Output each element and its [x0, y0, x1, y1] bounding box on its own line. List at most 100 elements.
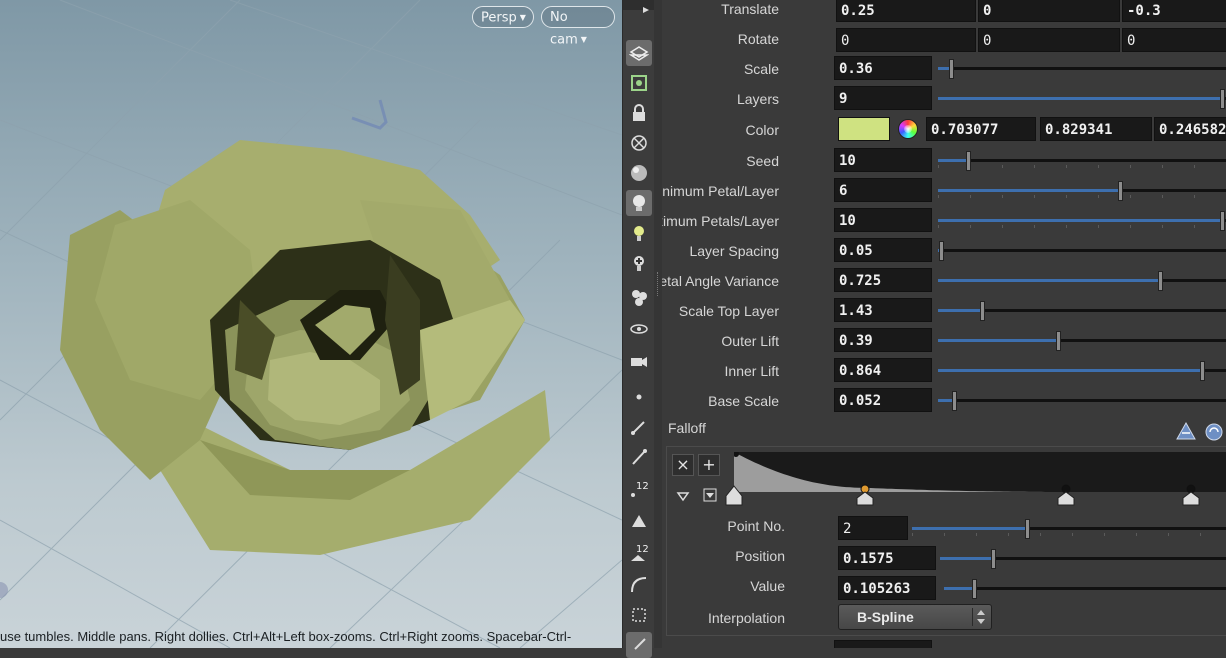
- slider-handle[interactable]: [952, 391, 957, 411]
- vertex-normal-icon[interactable]: [626, 444, 652, 470]
- slider-handle[interactable]: [1220, 211, 1225, 231]
- petal-angle-slider[interactable]: [938, 271, 1226, 291]
- primitive-numbers-icon[interactable]: 12: [626, 540, 652, 566]
- ramp-point-no-label: Point No.: [727, 518, 785, 534]
- inner-lift-field[interactable]: 0.864: [834, 358, 932, 382]
- param-label: Base Scale: [708, 393, 779, 409]
- shading-sphere-icon[interactable]: [626, 160, 652, 186]
- translate-x-field[interactable]: 0.25: [836, 0, 976, 22]
- rotate-y-field[interactable]: 0: [978, 28, 1120, 52]
- slider-handle[interactable]: [939, 241, 944, 261]
- translate-z-field[interactable]: -0.3: [1122, 0, 1226, 22]
- param-label: Color: [745, 122, 779, 138]
- layers-slider[interactable]: [938, 89, 1226, 109]
- slider-handle[interactable]: [1158, 271, 1163, 291]
- ramp-point-no-field[interactable]: 2: [838, 516, 908, 540]
- ramp-value-slider[interactable]: [944, 579, 1226, 599]
- slider-handle[interactable]: [1025, 519, 1030, 539]
- color-r-field[interactable]: 0.703077: [926, 117, 1036, 141]
- ramp-key-1[interactable]: [855, 482, 875, 506]
- color-swatch[interactable]: [838, 117, 890, 141]
- param-row-rotate: Rotate 0 0 0: [662, 25, 1226, 55]
- slider-handle[interactable]: [1200, 361, 1205, 381]
- min-petal-slider[interactable]: [938, 181, 1226, 201]
- slider-handle[interactable]: [966, 151, 971, 171]
- ghost-icon[interactable]: [626, 130, 652, 156]
- ramp-key-0[interactable]: [724, 482, 744, 506]
- slider-handle[interactable]: [1118, 181, 1123, 201]
- scale-top-slider[interactable]: [938, 301, 1226, 321]
- snapshot-icon[interactable]: [626, 70, 652, 96]
- lock-icon[interactable]: [626, 100, 652, 126]
- normal-icon[interactable]: [626, 414, 652, 440]
- max-petals-slider[interactable]: [938, 211, 1226, 231]
- slider-handle[interactable]: [949, 59, 954, 79]
- light-bulb-icon[interactable]: [626, 220, 652, 246]
- seed-slider[interactable]: [938, 151, 1226, 171]
- collapse-ramp-icon[interactable]: [676, 488, 690, 502]
- slider-handle[interactable]: [991, 549, 996, 569]
- max-petals-field[interactable]: 10: [834, 208, 932, 232]
- scale-top-field[interactable]: 1.43: [834, 298, 932, 322]
- base-scale-field[interactable]: 0.052: [834, 388, 932, 412]
- translate-y-field[interactable]: 0: [978, 0, 1120, 22]
- color-b-field[interactable]: 0.246582: [1154, 117, 1226, 141]
- flower-model[interactable]: [0, 0, 622, 648]
- rotate-x-field[interactable]: 0: [836, 28, 976, 52]
- param-row-layer-spacing: Layer Spacing 0.05: [662, 237, 1226, 267]
- perspective-menu[interactable]: Persp ▼: [472, 6, 534, 28]
- camera-menu[interactable]: No cam ▼: [541, 6, 615, 48]
- seed-field[interactable]: 10: [834, 148, 932, 172]
- point-numbers-icon[interactable]: 12: [626, 476, 652, 502]
- petal-angle-field[interactable]: 0.725: [834, 268, 932, 292]
- outer-lift-slider[interactable]: [938, 331, 1226, 351]
- ramp-position-field[interactable]: 0.1575: [838, 546, 936, 570]
- ramp-menu-icon[interactable]: [703, 487, 717, 502]
- param-row-translate: Translate 0.25 0 -0.3: [662, 0, 1226, 25]
- ramp-position-slider[interactable]: [940, 549, 1226, 569]
- hull-icon[interactable]: [626, 602, 652, 628]
- add-point-button[interactable]: +: [698, 454, 720, 476]
- rotate-z-field[interactable]: 0: [1122, 28, 1226, 52]
- ramp-options-icon[interactable]: [1203, 421, 1225, 443]
- layer-spacing-field[interactable]: 0.05: [834, 238, 932, 262]
- ramp-key-3[interactable]: [1181, 482, 1201, 506]
- min-petal-field[interactable]: 6: [834, 178, 932, 202]
- light-add-icon[interactable]: [626, 250, 652, 276]
- falloff-ramp-curve[interactable]: [734, 452, 1226, 492]
- camera-eye-icon[interactable]: [626, 316, 652, 342]
- next-param-field[interactable]: [834, 640, 932, 648]
- camera-view-icon[interactable]: [626, 348, 652, 374]
- curve-icon[interactable]: [626, 572, 652, 598]
- ramp-key-2[interactable]: [1056, 482, 1076, 506]
- primitive-icon[interactable]: [626, 508, 652, 534]
- geometry-icon[interactable]: [626, 284, 652, 310]
- scale-slider[interactable]: [938, 59, 1226, 79]
- layers-field[interactable]: 9: [834, 86, 932, 110]
- param-row-scale-top: Scale Top Layer 1.43: [662, 297, 1226, 327]
- brush-icon[interactable]: [626, 632, 652, 658]
- point-icon[interactable]: [626, 384, 652, 410]
- remove-point-button[interactable]: ×: [672, 454, 694, 476]
- slider-handle[interactable]: [972, 579, 977, 599]
- color-g-field[interactable]: 0.829341: [1040, 117, 1152, 141]
- ramp-point-no-slider[interactable]: [912, 519, 1226, 539]
- headlight-icon[interactable]: [626, 190, 652, 216]
- interpolation-select[interactable]: B-Spline: [838, 604, 992, 630]
- ramp-value-field[interactable]: 0.105263: [838, 576, 936, 600]
- scale-field[interactable]: 0.36: [834, 56, 932, 80]
- scene-viewport[interactable]: Persp ▼ No cam ▼ use tumbles. Middle pans.…: [0, 0, 622, 648]
- color-wheel-icon[interactable]: [898, 119, 918, 139]
- toolbar-collapse-arrow[interactable]: [623, 0, 655, 13]
- display-options-icon[interactable]: [626, 40, 652, 66]
- ramp-preset-icon[interactable]: [1175, 421, 1197, 443]
- base-scale-slider[interactable]: [938, 391, 1226, 411]
- param-row-seed: Seed 10: [662, 147, 1226, 177]
- pane-splitter[interactable]: [654, 0, 662, 648]
- slider-handle[interactable]: [1220, 89, 1225, 109]
- slider-handle[interactable]: [980, 301, 985, 321]
- outer-lift-field[interactable]: 0.39: [834, 328, 932, 352]
- layer-spacing-slider[interactable]: [938, 241, 1226, 261]
- inner-lift-slider[interactable]: [938, 361, 1226, 381]
- slider-handle[interactable]: [1056, 331, 1061, 351]
